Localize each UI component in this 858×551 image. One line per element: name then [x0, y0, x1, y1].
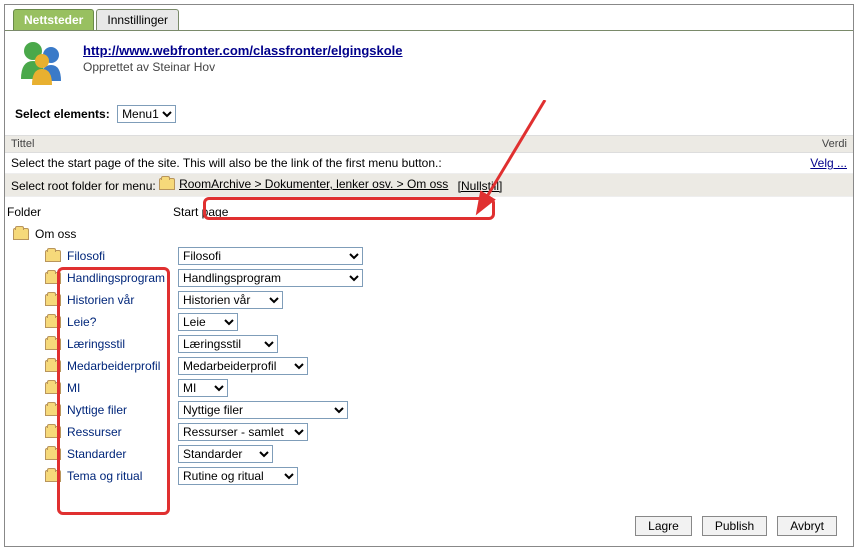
col-header-folder: Folder [7, 205, 173, 219]
folder-item-label: Handlingsprogram [67, 271, 172, 285]
select-elements-dropdown[interactable]: Menu1 [117, 105, 176, 123]
start-page-select[interactable]: Leie [178, 313, 238, 331]
folder-item-label: Tema og ritual [67, 469, 172, 483]
folder-item-label: Standarder [67, 447, 172, 461]
folder-icon [45, 382, 61, 394]
folder-icon [45, 360, 61, 372]
created-by-text: Opprettet av Steinar Hov [83, 60, 403, 74]
folder-item-label: Historien vår [67, 293, 172, 307]
folder-item-label: Nyttige filer [67, 403, 172, 417]
group-avatar-icon [15, 39, 71, 91]
select-elements-label: Select elements: [15, 107, 110, 121]
folder-icon [45, 426, 61, 438]
cancel-button[interactable]: Avbryt [777, 516, 837, 536]
folder-icon [45, 294, 61, 306]
start-page-select[interactable]: Standarder [178, 445, 273, 463]
folder-icon [45, 316, 61, 328]
tab-innstillinger[interactable]: Innstillinger [96, 9, 179, 30]
start-page-select[interactable]: Ressurser - samlet [178, 423, 308, 441]
folder-item-label: MI [67, 381, 172, 395]
folder-icon [45, 338, 61, 350]
root-folder-name: Om oss [35, 227, 76, 241]
choose-start-page-link[interactable]: Velg ... [810, 156, 847, 170]
folder-icon [45, 448, 61, 460]
folder-item-label: Leie? [67, 315, 172, 329]
start-page-row-text: Select the start page of the site. This … [11, 156, 442, 170]
start-page-select[interactable]: Nyttige filer [178, 401, 348, 419]
folder-icon [13, 228, 29, 240]
root-folder-label: Select root folder for menu: [11, 179, 156, 193]
tab-nettsteder[interactable]: Nettsteder [13, 9, 94, 30]
folder-icon [45, 250, 61, 262]
folder-icon [45, 404, 61, 416]
save-button[interactable]: Lagre [635, 516, 692, 536]
col-header-startpage: Start page [173, 205, 228, 219]
start-page-select[interactable]: Handlingsprogram [178, 269, 363, 287]
start-page-select[interactable]: Historien vår [178, 291, 283, 309]
folder-icon [45, 272, 61, 284]
folder-icon [159, 178, 175, 190]
col-header-verdi: Verdi [822, 138, 847, 150]
site-url-link[interactable]: http://www.webfronter.com/classfronter/e… [83, 43, 403, 58]
folder-item-label: Medarbeiderprofil [67, 359, 172, 373]
folder-icon [45, 470, 61, 482]
start-page-select[interactable]: Rutine og ritual [178, 467, 298, 485]
start-page-select[interactable]: Filosofi [178, 247, 363, 265]
start-page-select[interactable]: MI [178, 379, 228, 397]
folder-item-label: Ressurser [67, 425, 172, 439]
folder-item-label: Læringsstil [67, 337, 172, 351]
reset-link[interactable]: [Nullstill] [458, 179, 503, 193]
start-page-select[interactable]: Læringsstil [178, 335, 278, 353]
folder-item-label: Filosofi [67, 249, 172, 263]
root-folder-breadcrumb[interactable]: RoomArchive > Dokumenter, lenker osv. > … [179, 177, 448, 191]
publish-button[interactable]: Publish [702, 516, 767, 536]
start-page-select[interactable]: Medarbeiderprofil [178, 357, 308, 375]
col-header-tittel: Tittel [11, 138, 34, 150]
